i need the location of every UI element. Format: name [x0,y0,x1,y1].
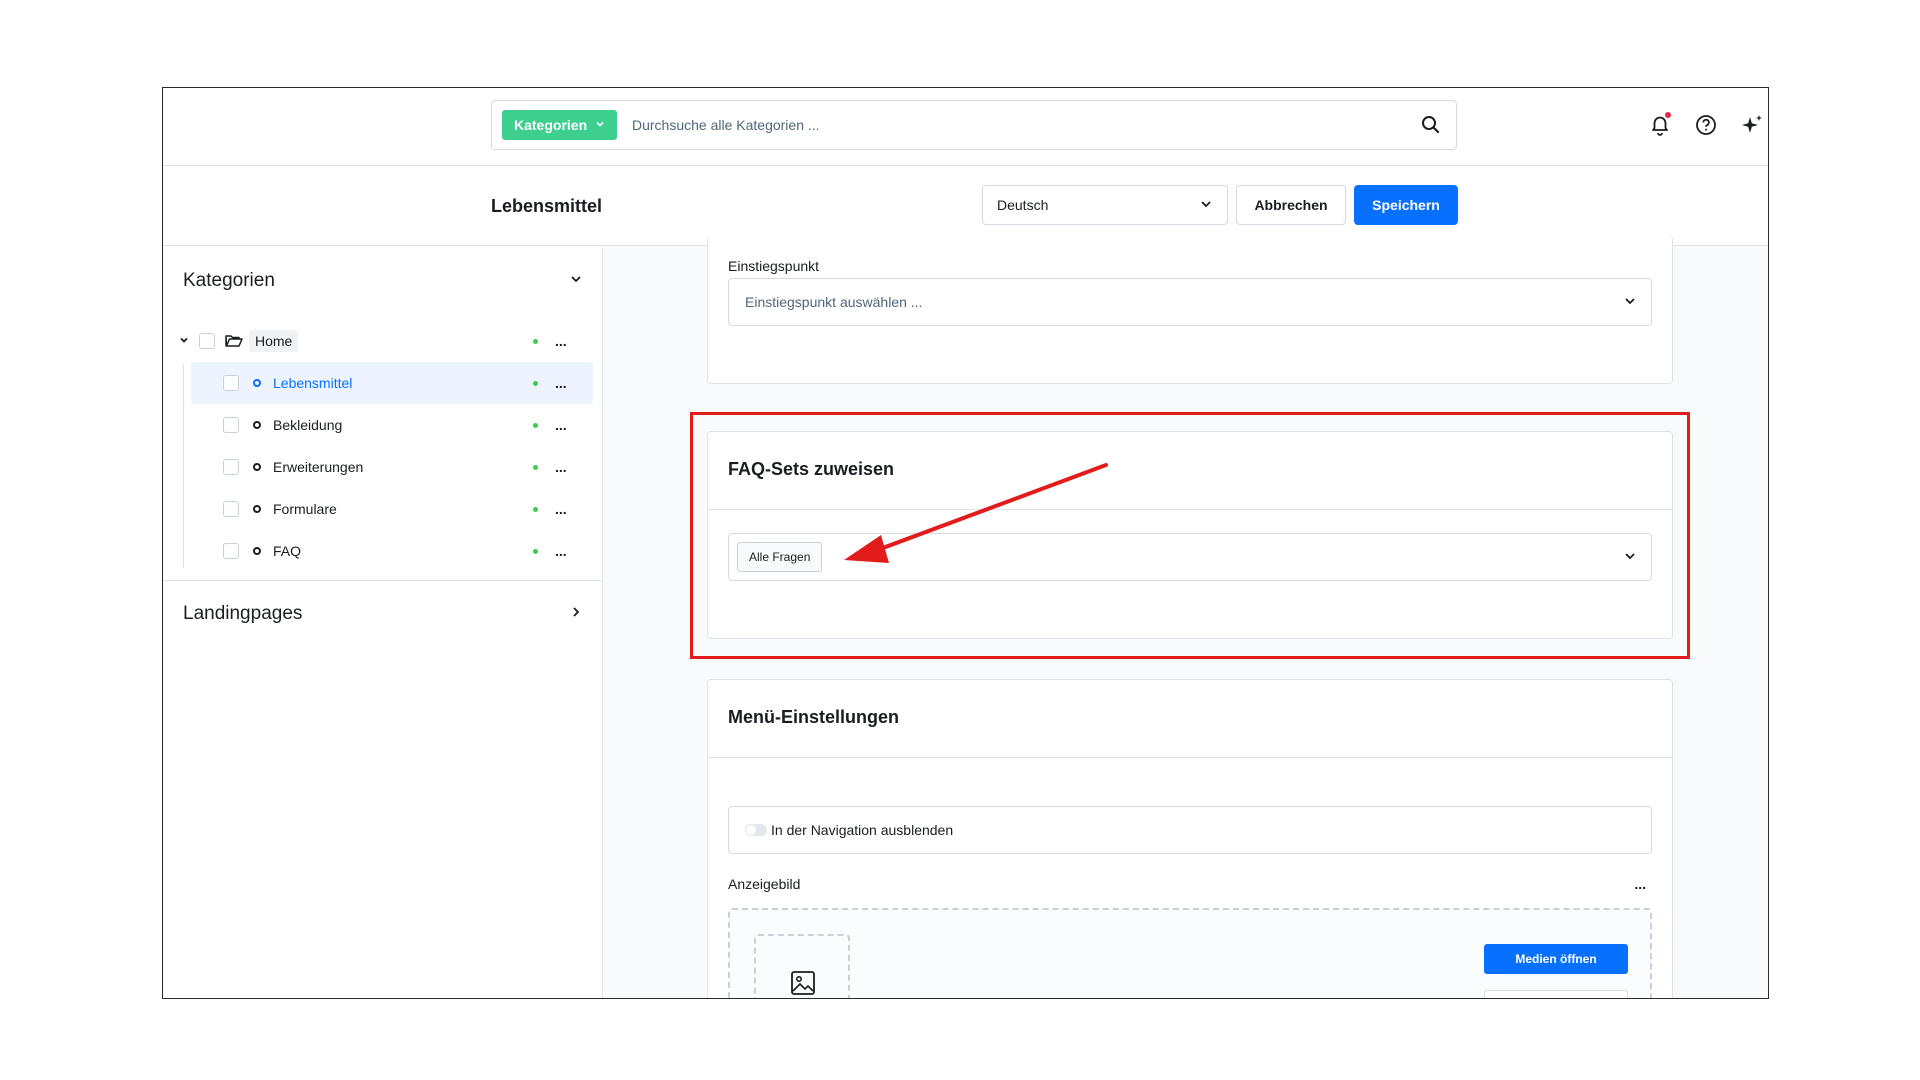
tree-item-label: Bekleidung [273,417,343,433]
category-node-icon [253,421,261,429]
chevron-down-icon[interactable] [179,334,189,348]
open-media-button[interactable]: Medien öffnen [1484,944,1628,974]
tree-item-label: Erweiterungen [273,459,364,475]
more-menu-icon[interactable]: ... [555,543,567,559]
status-dot [533,422,538,428]
search-category-dropdown[interactable]: Kategorien [502,110,618,140]
cancel-button[interactable]: Abbrechen [1236,185,1346,225]
more-menu-icon[interactable]: ... [555,375,567,391]
tree-item-label: Home [249,330,299,352]
category-node-icon [253,547,261,555]
category-node-icon [253,505,261,513]
page-title: Lebensmittel [491,196,603,216]
global-search: Kategorien [491,100,1457,150]
tree-item-lebensmittel[interactable]: Lebensmittel ... [163,362,603,404]
hide-in-navigation-toggle[interactable]: In der Navigation ausblenden [728,806,1652,854]
chevron-down-icon [1623,294,1637,311]
page-header: Lebensmittel Deutsch Abbrechen Speichern [163,166,1768,246]
menu-settings-title: Menü-Einstellungen [728,707,899,727]
chevron-right-icon [569,603,583,625]
entry-point-select[interactable]: Einstiegspunkt auswählen ... [728,278,1652,326]
entry-point-card: Einstiegspunkt Einstiegspunkt auswählen … [707,236,1673,384]
tree-checkbox[interactable] [223,417,239,433]
display-image-label: Anzeigebild [728,876,801,892]
entry-point-label: Einstiegspunkt [728,258,820,274]
more-menu-icon[interactable]: ... [555,501,567,517]
ai-sparkle-icon[interactable] [1740,112,1764,138]
status-dot [533,380,538,386]
tree-item-erweiterungen[interactable]: Erweiterungen ... [163,446,603,488]
language-select-value: Deutsch [997,197,1049,213]
tree-checkbox[interactable] [199,333,215,349]
more-menu-icon[interactable]: ... [555,333,567,349]
tree-item-faq[interactable]: FAQ ... [163,530,603,572]
help-icon[interactable] [1694,112,1718,138]
tree-item-label: Lebensmittel [273,375,353,391]
category-tree: Home ... Lebensmittel ... Bekleidung ... [163,320,603,572]
media-dropzone[interactable]: Medien öffnen [728,908,1652,998]
sidebar-section-title: Landingpages [183,603,303,624]
sidebar: Kategorien Home ... Lebensmittel ... Bek… [163,246,603,998]
category-node-icon [253,463,261,471]
chevron-down-icon [595,119,605,132]
tree-item-home[interactable]: Home ... [163,320,603,362]
search-icon[interactable] [1420,114,1442,136]
save-button[interactable]: Speichern [1354,185,1458,225]
more-menu-icon[interactable]: ... [555,417,567,433]
tree-checkbox[interactable] [223,375,239,391]
status-dot [533,548,538,554]
image-icon [790,970,816,998]
tree-item-bekleidung[interactable]: Bekleidung ... [163,404,603,446]
category-node-icon [253,379,261,387]
tree-checkbox[interactable] [223,543,239,559]
tree-item-formulare[interactable]: Formulare ... [163,488,603,530]
search-input[interactable] [632,101,1392,149]
display-image-more-icon[interactable]: ... [1634,876,1646,892]
sidebar-divider [163,580,603,581]
toggle-label: In der Navigation ausblenden [771,822,954,838]
folder-open-icon [225,334,243,348]
tree-item-label: FAQ [273,543,302,559]
more-menu-icon[interactable]: ... [555,459,567,475]
language-select[interactable]: Deutsch [982,185,1228,225]
search-category-label: Kategorien [514,117,588,133]
chevron-down-icon [569,270,583,292]
tree-checkbox[interactable] [223,459,239,475]
top-icons [1648,112,1768,138]
tree-checkbox[interactable] [223,501,239,517]
entry-point-placeholder: Einstiegspunkt auswählen ... [745,294,923,310]
sidebar-section-kategorien[interactable]: Kategorien [183,270,583,292]
status-dot [533,464,538,470]
chevron-down-icon [1199,197,1213,214]
notification-bell-icon[interactable] [1648,112,1672,138]
tree-item-label: Formulare [273,501,337,517]
secondary-media-button[interactable] [1484,990,1628,998]
status-dot [533,338,538,344]
notification-badge [1665,112,1671,118]
image-placeholder [754,934,850,998]
highlight-box [690,412,1690,659]
top-bar: Kategorien [163,88,1768,166]
status-dot [533,506,538,512]
sidebar-section-landingpages[interactable]: Landingpages [183,603,583,625]
toggle-switch[interactable] [745,824,767,836]
sidebar-section-title: Kategorien [183,270,275,291]
card-divider [708,757,1672,758]
menu-settings-card: Menü-Einstellungen In der Navigation aus… [707,679,1673,998]
